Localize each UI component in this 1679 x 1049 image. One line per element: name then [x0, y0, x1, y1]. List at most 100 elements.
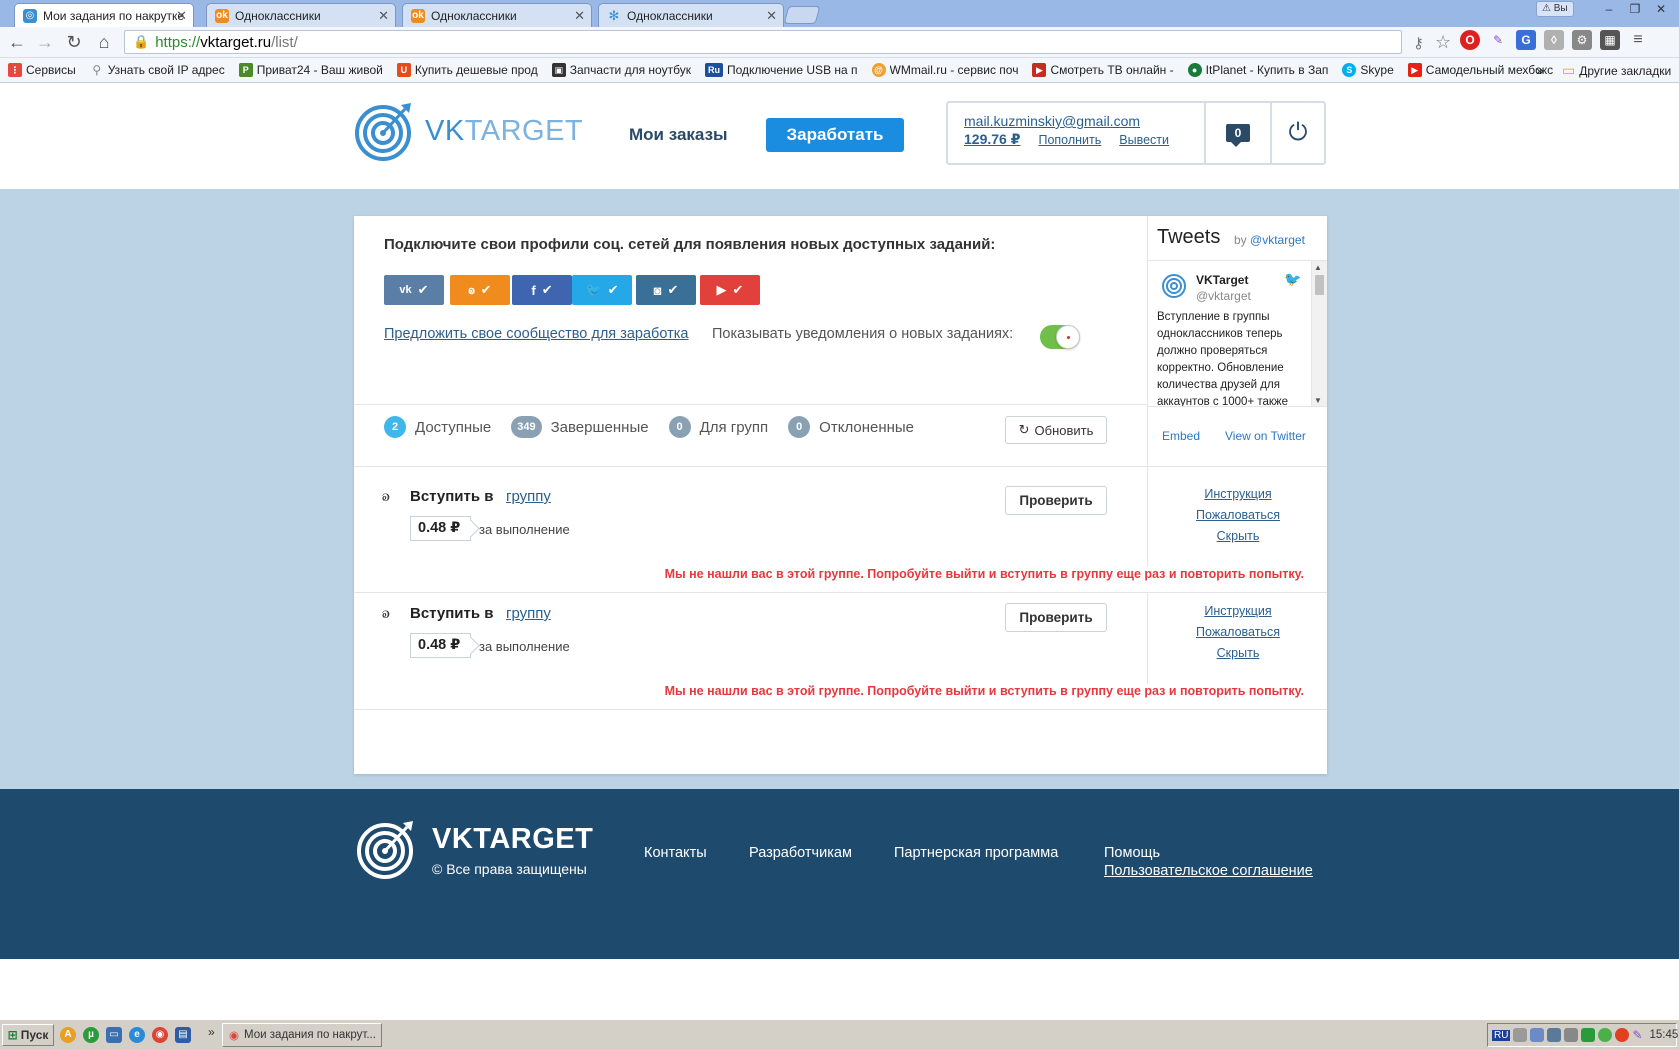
bookmark-star-icon[interactable]: ☆	[1435, 32, 1451, 53]
opera-icon[interactable]: O	[1460, 30, 1480, 50]
footer-link-partners[interactable]: Партнерская программа	[894, 845, 1058, 861]
gear-extension-icon[interactable]: ⚙	[1572, 30, 1592, 50]
shield-icon[interactable]: ◊	[1544, 30, 1564, 50]
footer-link-contacts[interactable]: Контакты	[644, 845, 707, 861]
bookmark-item[interactable]: U Купить дешевые прод	[396, 63, 538, 77]
bookmark-item[interactable]: ⋮ Сервисы	[8, 63, 76, 77]
minimize-button[interactable]: ‒	[1597, 0, 1621, 18]
user-email-link[interactable]: mail.kuzminskiy@gmail.com	[964, 113, 1204, 129]
menu-icon[interactable]: ≡	[1628, 30, 1648, 50]
alert-tray-icon[interactable]	[1615, 1028, 1630, 1042]
youtube-connect-button[interactable]: ▶ ✔	[700, 275, 760, 305]
tweet-feed[interactable]: VKTarget @vktarget 🐦 Вступление в группы…	[1147, 260, 1327, 407]
reload-icon[interactable]: ↻	[63, 31, 85, 53]
translate-icon[interactable]: G	[1516, 30, 1536, 50]
topup-link[interactable]: Пополнить	[1038, 133, 1101, 147]
app-tray-icon[interactable]	[1598, 1028, 1613, 1042]
filter-available[interactable]: 2 Доступные	[384, 416, 491, 438]
settings-tray-icon[interactable]	[1513, 1028, 1528, 1042]
footer-logo[interactable]	[357, 819, 417, 879]
group-link[interactable]: группу	[506, 605, 551, 622]
filter-rejected[interactable]: 0 Отклоненные	[788, 416, 914, 438]
save-icon[interactable]: ▤	[175, 1027, 191, 1043]
close-icon[interactable]: ✕	[176, 8, 187, 24]
bookmark-item[interactable]: P Приват24 - Ваш живой	[238, 63, 383, 77]
tweet-author-handle[interactable]: @vktarget	[1196, 289, 1251, 303]
twitter-connect-button[interactable]: 🐦 ✔	[572, 275, 632, 305]
view-on-twitter-link[interactable]: View on Twitter	[1225, 429, 1306, 443]
footer-link-help[interactable]: Помощь	[1104, 845, 1160, 861]
bookmark-item[interactable]: ● ItPlanet - Купить в Зап	[1187, 63, 1328, 77]
odnoklassniki-connect-button[interactable]: ꭷ ✔	[450, 275, 510, 305]
facebook-connect-button[interactable]: f ✔	[512, 275, 572, 305]
tweets-by-handle[interactable]: @vktarget	[1250, 233, 1305, 247]
tab-my-tasks[interactable]: ◎ Мои задания по накрутке ✕	[14, 3, 194, 27]
key-icon[interactable]: ⚷	[1413, 34, 1424, 52]
chrome-icon[interactable]: ◉	[152, 1027, 168, 1043]
suggest-community-link[interactable]: Предложить свое сообщество для заработка	[384, 326, 688, 342]
home-icon[interactable]: ⌂	[93, 31, 115, 53]
restore-button[interactable]: ❐	[1623, 0, 1647, 18]
bookmark-item[interactable]: Ru Подключение USB на п	[704, 63, 858, 77]
logout-button[interactable]: ⏻	[1272, 103, 1324, 163]
forward-arrow-icon[interactable]: →	[34, 31, 56, 53]
instruction-link[interactable]: Инструкция	[1204, 486, 1271, 503]
address-bar[interactable]: 🔒 https:// vktarget.ru /list/ ⚷ ☆	[124, 30, 1451, 54]
bookmark-item[interactable]: @ WMmail.ru - сервис поч	[871, 63, 1018, 77]
utorrent-tray-icon[interactable]	[1581, 1028, 1596, 1042]
instagram-connect-button[interactable]: ◙ ✔	[636, 275, 696, 305]
tab-odnoklassniki-1[interactable]: ok Одноклассники ✕	[206, 3, 396, 27]
bookmark-item[interactable]: ▶ Самодельный мехбокс	[1407, 63, 1553, 77]
filter-completed[interactable]: 349 Завершенные	[511, 416, 649, 438]
close-icon[interactable]: ✕	[766, 8, 777, 24]
notifications-toggle[interactable]	[1040, 325, 1080, 349]
scroll-up-arrow-icon[interactable]: ▲	[1314, 263, 1322, 272]
footer-link-developers[interactable]: Разработчикам	[749, 845, 852, 861]
feather-tray-icon[interactable]: ✎	[1632, 1028, 1646, 1042]
my-orders-link[interactable]: Мои заказы	[629, 125, 728, 145]
back-arrow-icon[interactable]: ←	[6, 31, 28, 53]
other-bookmarks-folder[interactable]: ▭ Другие закладки	[1562, 62, 1671, 79]
hide-link[interactable]: Скрыть	[1217, 528, 1260, 545]
tab-odnoklassniki-3[interactable]: ✻ Одноклассники ✕	[598, 3, 784, 27]
tab-odnoklassniki-2[interactable]: ok Одноклассники ✕	[402, 3, 592, 27]
group-link[interactable]: группу	[506, 488, 551, 505]
report-link[interactable]: Пожаловаться	[1196, 624, 1280, 641]
network-tray-icon[interactable]	[1530, 1028, 1545, 1042]
close-window-button[interactable]: ✕	[1649, 0, 1673, 18]
report-link[interactable]: Пожаловаться	[1196, 507, 1280, 524]
embed-link[interactable]: Embed	[1162, 429, 1200, 443]
bookmark-item[interactable]: ▣ Запчасти для ноутбук	[551, 63, 691, 77]
feather-icon[interactable]: ✎	[1488, 30, 1508, 50]
footer-link-terms[interactable]: Пользовательское соглашение	[1104, 863, 1313, 879]
more-bookmarks-button[interactable]: »	[1536, 62, 1544, 78]
messages-button[interactable]: 0	[1206, 103, 1272, 163]
scroll-down-arrow-icon[interactable]: ▼	[1314, 396, 1322, 405]
withdraw-link[interactable]: Вывести	[1119, 133, 1169, 147]
start-button[interactable]: ⊞ Пуск	[2, 1024, 54, 1046]
site-logo[interactable]: VKTARGET	[355, 101, 583, 161]
new-tab-button[interactable]	[783, 6, 821, 24]
check-button[interactable]: Проверить	[1005, 603, 1107, 632]
taskbar-window-button[interactable]: ◉ Мои задания по накрут...	[222, 1023, 382, 1047]
bookmark-item[interactable]: ⚲ Узнать свой IP адрес	[90, 63, 224, 77]
clock-tray-icon[interactable]	[1564, 1028, 1579, 1042]
monitor-tray-icon[interactable]	[1547, 1028, 1562, 1042]
hide-link[interactable]: Скрыть	[1217, 645, 1260, 662]
check-button[interactable]: Проверить	[1005, 486, 1107, 515]
bookmark-item[interactable]: S Skype	[1342, 63, 1394, 77]
utorrent-icon[interactable]: µ	[83, 1027, 99, 1043]
avast-icon[interactable]: A	[60, 1027, 76, 1043]
close-icon[interactable]: ✕	[574, 8, 585, 24]
tweet-author-name[interactable]: VKTarget	[1196, 273, 1248, 287]
vk-connect-button[interactable]: vk ✔	[384, 275, 444, 305]
balance-value[interactable]: 129.76 ₽	[964, 131, 1020, 148]
close-icon[interactable]: ✕	[378, 8, 389, 24]
ie-icon[interactable]: e	[129, 1027, 145, 1043]
desktop-icon[interactable]: ▭	[106, 1027, 122, 1043]
refresh-button[interactable]: ↻ Обновить	[1005, 416, 1107, 444]
bookmark-item[interactable]: ▶ Смотреть ТВ онлайн -	[1032, 63, 1174, 77]
scrollbar-thumb[interactable]	[1315, 275, 1324, 295]
language-indicator[interactable]: RU	[1492, 1029, 1511, 1041]
earn-button[interactable]: Заработать	[766, 118, 904, 152]
